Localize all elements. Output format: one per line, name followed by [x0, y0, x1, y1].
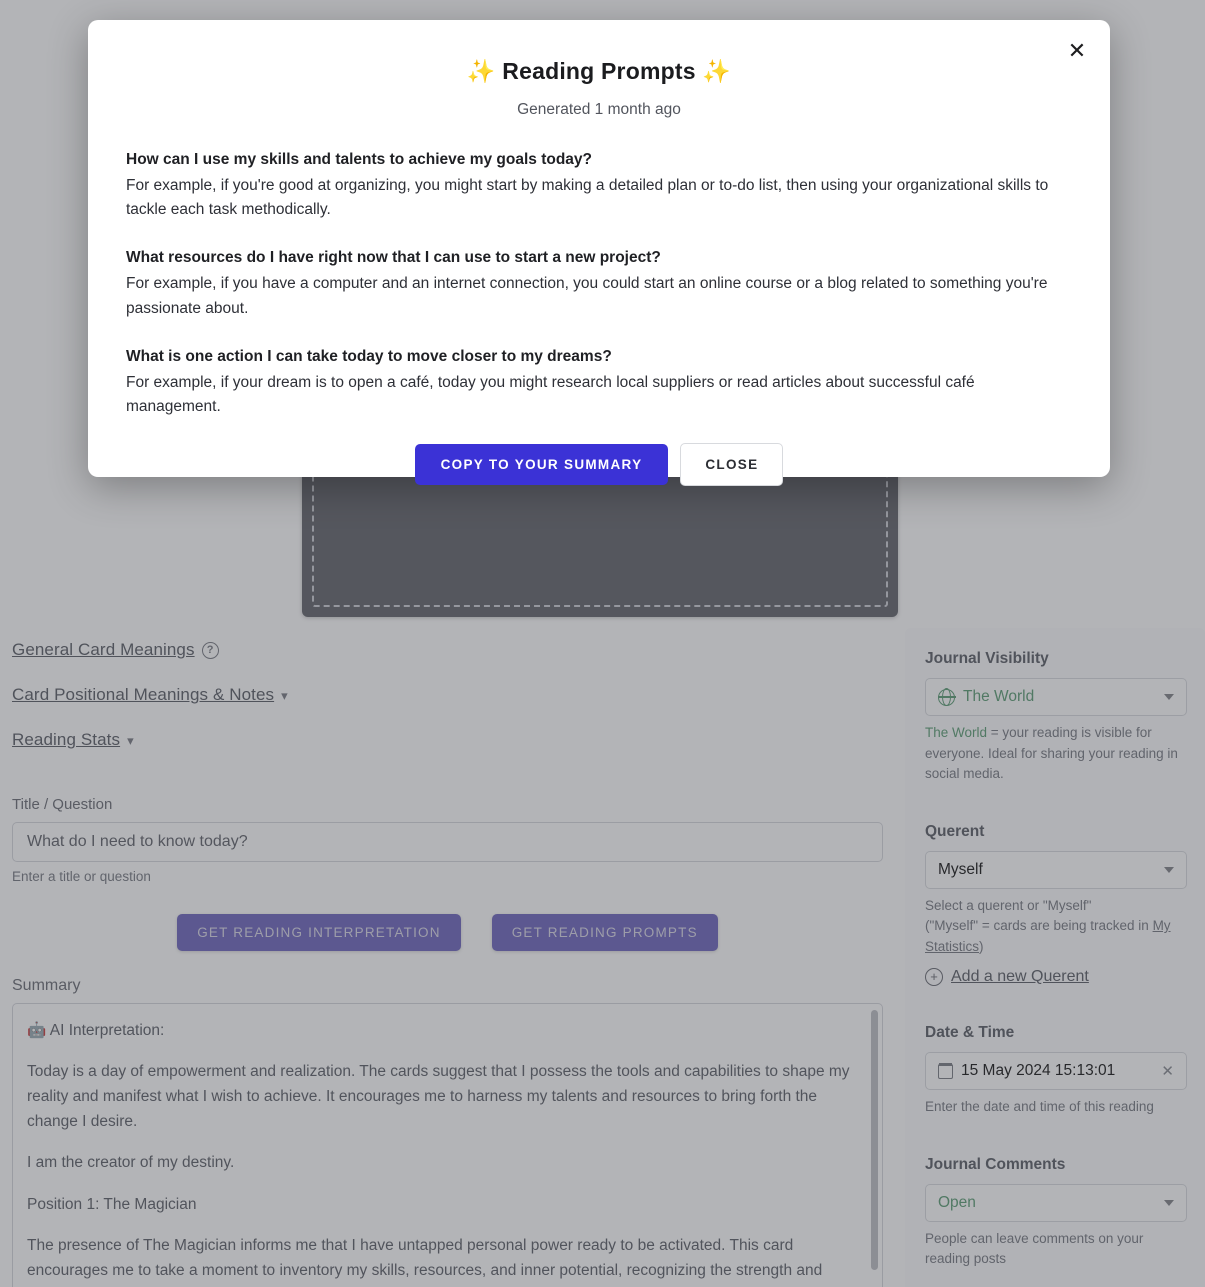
prompt-item: How can I use my skills and talents to a…: [126, 148, 1072, 222]
modal-subtitle: Generated 1 month ago: [517, 101, 681, 118]
prompt-question: How can I use my skills and talents to a…: [126, 151, 593, 168]
prompt-example: For example, if you're good at organizin…: [126, 177, 1049, 219]
modal-title: ✨ Reading Prompts ✨: [466, 58, 732, 84]
close-button[interactable]: CLOSE: [680, 443, 784, 487]
prompt-example: For example, if you have a computer and …: [126, 275, 1048, 317]
modal-action-row: COPY TO YOUR SUMMARY CLOSE: [126, 443, 1072, 487]
app-root: General Card Meanings ? Card Positional …: [0, 0, 1205, 1287]
prompt-item: What resources do I have right now that …: [126, 246, 1072, 320]
prompt-example: For example, if your dream is to open a …: [126, 373, 975, 415]
prompt-item: What is one action I can take today to m…: [126, 345, 1072, 419]
close-icon[interactable]: ✕: [1060, 34, 1094, 68]
reading-prompts-modal: ✕ ✨ Reading Prompts ✨ Generated 1 month …: [88, 20, 1110, 487]
prompt-question: What resources do I have right now that …: [126, 249, 661, 267]
prompt-question: What is one action I can take today to m…: [126, 347, 612, 365]
prompt-list: How can I use my skills and talents to a…: [126, 148, 1072, 419]
copy-to-summary-button[interactable]: COPY TO YOUR SUMMARY: [414, 444, 669, 486]
